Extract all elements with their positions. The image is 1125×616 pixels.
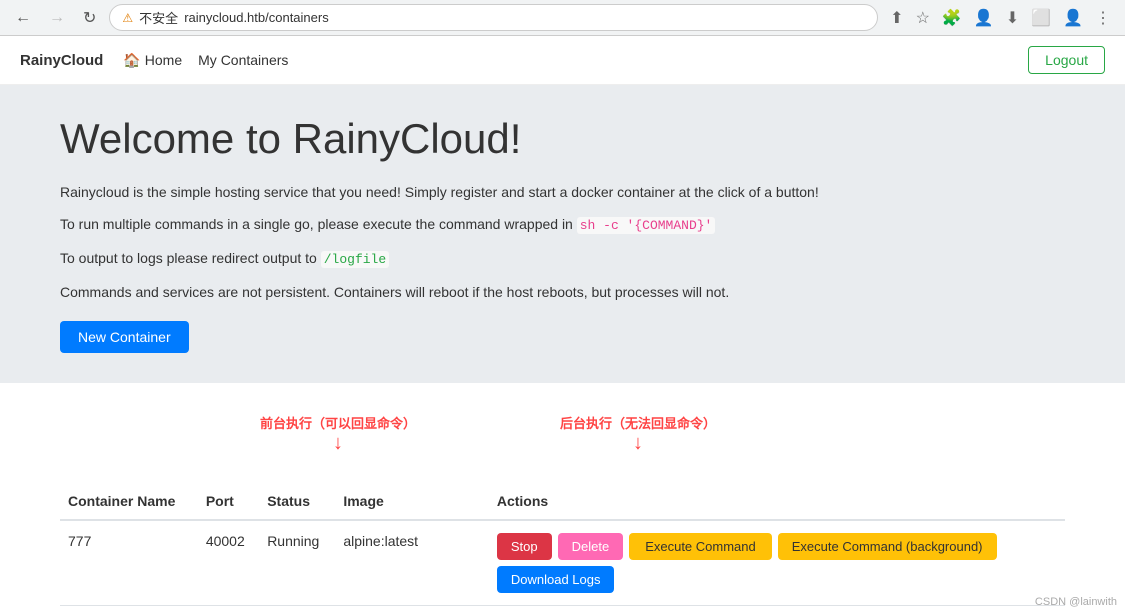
fullscreen-icon[interactable]: ⬜ (1027, 6, 1055, 30)
new-container-button[interactable]: New Container (60, 321, 189, 353)
security-label: 不安全 (139, 8, 178, 27)
table-body: 777 40002 Running alpine:latest Stop Del… (60, 520, 1065, 616)
row2-port: 40001 (198, 606, 259, 616)
col-header-image: Image (335, 483, 489, 520)
row1-status: Running (259, 520, 335, 606)
share-icon[interactable]: ⬆ (886, 6, 907, 30)
row1-actions: Stop Delete Execute Command Execute Comm… (489, 520, 1065, 606)
hero-desc3: To output to logs please redirect output… (60, 247, 1065, 271)
hero-desc4: Commands and services are not persistent… (60, 281, 1065, 303)
hero-section: Welcome to RainyCloud! Rainycloud is the… (0, 85, 1125, 383)
annotation-left: 前台执行（可以回显命令） ↓ (260, 413, 416, 455)
nav-links: 🏠 Home My Containers (123, 52, 1028, 69)
col-header-status: Status (259, 483, 335, 520)
row1-execute-bg-button[interactable]: Execute Command (background) (778, 533, 997, 560)
annotation-right-text: 后台执行（无法回显命令） (560, 416, 716, 431)
logout-button[interactable]: Logout (1028, 46, 1105, 74)
col-header-port: Port (198, 483, 259, 520)
row1-name: 777 (60, 520, 198, 606)
download-icon[interactable]: ⬇ (1002, 6, 1023, 30)
annotation-left-text: 前台执行（可以回显命令） (260, 416, 416, 431)
forward-button[interactable]: → (44, 7, 70, 29)
containers-table: Container Name Port Status Image Actions… (60, 483, 1065, 616)
reload-button[interactable]: ↻ (78, 6, 101, 30)
row1-stop-button[interactable]: Stop (497, 533, 552, 560)
table-header: Container Name Port Status Image Actions (60, 483, 1065, 520)
address-bar[interactable]: ⚠ 不安全 rainycloud.htb/containers (109, 4, 878, 31)
row1-download-button[interactable]: Download Logs (497, 566, 615, 593)
url-text: rainycloud.htb/containers (184, 10, 329, 25)
row1-execute-button[interactable]: Execute Command (629, 533, 772, 560)
row1-delete-button[interactable]: Delete (558, 533, 624, 560)
table-row: 777 40002 Running alpine:latest Stop Del… (60, 520, 1065, 606)
browser-chrome: ← → ↻ ⚠ 不安全 rainycloud.htb/containers ⬆ … (0, 0, 1125, 36)
row2-actions: Stop Delete Execute Command Execute Comm… (489, 606, 1065, 616)
arrow-right: ↓ (560, 432, 716, 455)
browser-actions: ⬆ ☆ 🧩 👤 ⬇ ⬜ 👤 ⋮ (886, 6, 1115, 30)
row2-image: alpine-python:latest (335, 606, 489, 616)
col-header-name: Container Name (60, 483, 198, 520)
hero-title: Welcome to RainyCloud! (60, 115, 1065, 163)
home-icon: 🏠 (123, 52, 140, 69)
row1-image: alpine:latest (335, 520, 489, 606)
navbar: RainyCloud 🏠 Home My Containers Logout (0, 36, 1125, 85)
profile-icon[interactable]: 👤 (970, 6, 998, 30)
my-containers-label: My Containers (198, 52, 288, 68)
back-button[interactable]: ← (10, 7, 36, 29)
page-wrapper: RainyCloud 🏠 Home My Containers Logout W… (0, 36, 1125, 616)
code-logfile: /logfile (321, 251, 389, 268)
home-link[interactable]: 🏠 Home (123, 52, 182, 69)
csdn-watermark: CSDN @lainwith (1035, 596, 1117, 608)
main-content: 前台执行（可以回显命令） ↓ 后台执行（无法回显命令） ↓ Container … (0, 383, 1125, 616)
annotation-area: 前台执行（可以回显命令） ↓ 后台执行（无法回显命令） ↓ (60, 403, 1065, 483)
hero-desc1: Rainycloud is the simple hosting service… (60, 181, 1065, 203)
extensions-icon[interactable]: 🧩 (938, 6, 966, 30)
menu-icon[interactable]: ⋮ (1091, 6, 1115, 30)
bookmark-icon[interactable]: ☆ (912, 6, 934, 30)
home-label: Home (145, 52, 182, 68)
brand-name: RainyCloud (20, 52, 103, 69)
table-row: 666 40001 Running alpine-python:latest S… (60, 606, 1065, 616)
annotation-right: 后台执行（无法回显命令） ↓ (560, 413, 716, 455)
account-icon[interactable]: 👤 (1059, 6, 1087, 30)
row2-status: Running (259, 606, 335, 616)
arrow-left: ↓ (260, 432, 416, 455)
security-icon: ⚠ (122, 11, 133, 25)
my-containers-link[interactable]: My Containers (198, 52, 288, 68)
row2-name: 666 (60, 606, 198, 616)
col-header-actions: Actions (489, 483, 1065, 520)
hero-desc2: To run multiple commands in a single go,… (60, 213, 1065, 237)
code-command: sh -c '{COMMAND}' (577, 217, 716, 234)
row1-port: 40002 (198, 520, 259, 606)
